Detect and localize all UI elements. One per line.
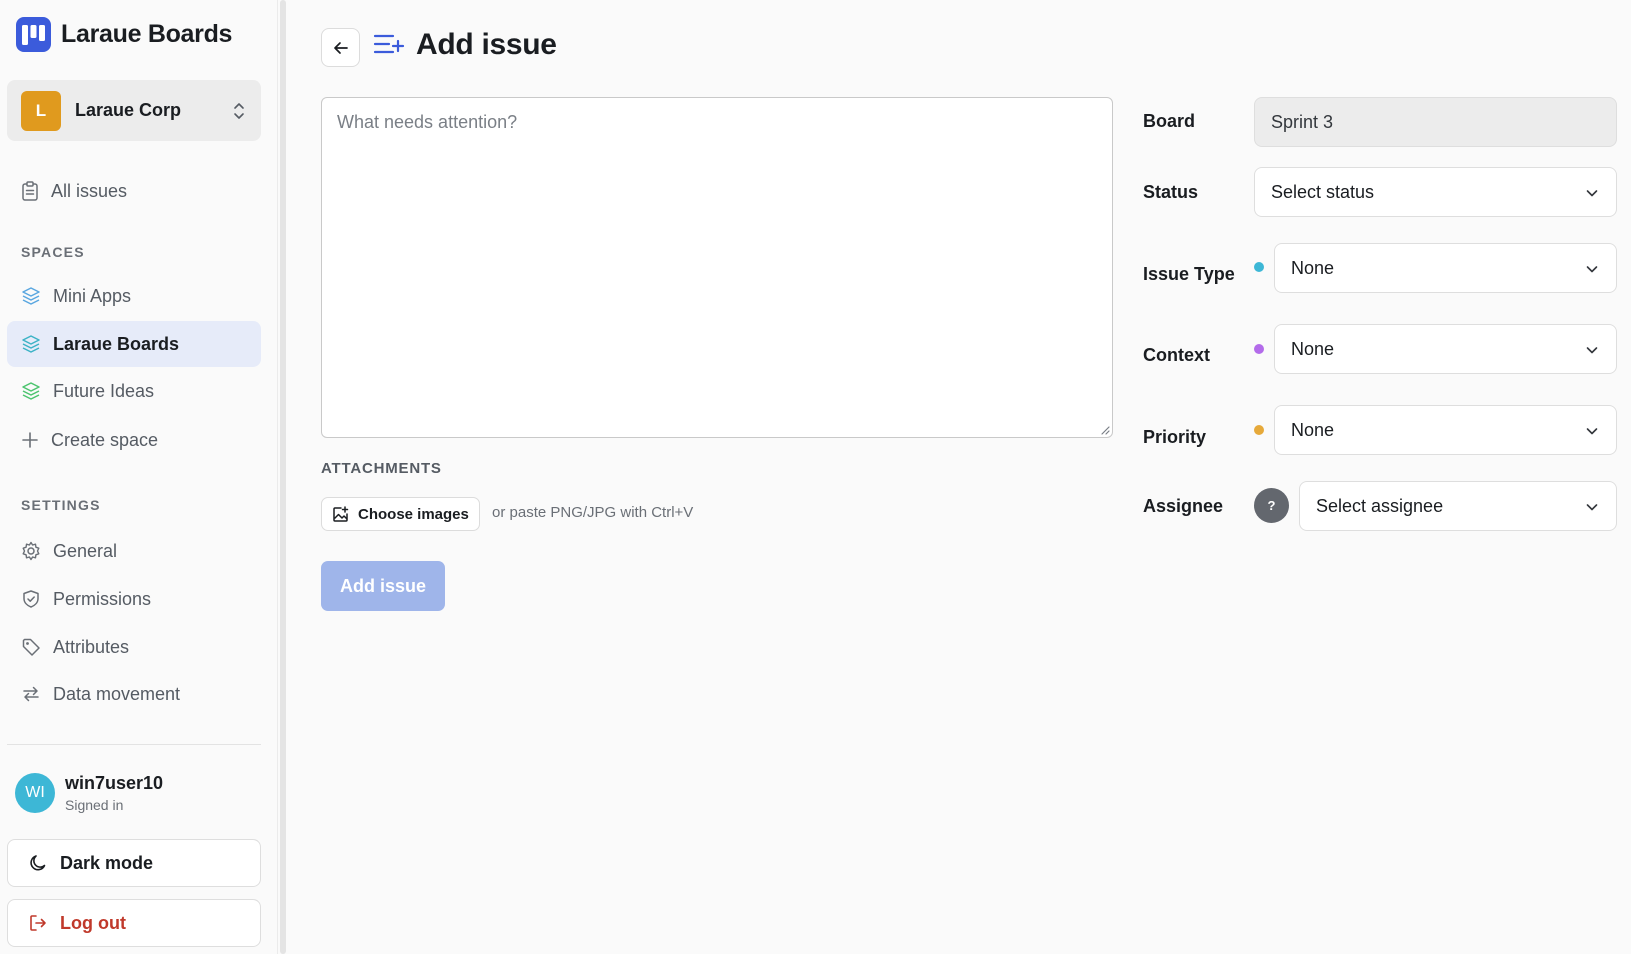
board-label: Board: [1143, 111, 1196, 131]
settings-item-attributes[interactable]: Attributes: [7, 624, 261, 670]
space-item-label: Future Ideas: [53, 380, 155, 401]
nav-all-issues[interactable]: All issues: [7, 168, 261, 214]
status-select[interactable]: Select status: [1254, 167, 1617, 217]
nav-all-issues-label: All issues: [51, 180, 128, 201]
list-add-icon: [373, 34, 405, 54]
brand[interactable]: Laraue Boards: [16, 17, 232, 52]
issue-description-input[interactable]: [321, 97, 1113, 438]
priority-label: Priority: [1143, 427, 1207, 447]
issue-type-dot: [1254, 262, 1264, 272]
assignee-value: Select assignee: [1316, 495, 1444, 516]
context-value: None: [1291, 338, 1335, 359]
page-title: Add issue: [416, 28, 557, 61]
attachments-label: ATTACHMENTS: [321, 460, 442, 477]
sidebar-scrollbar[interactable]: [280, 0, 286, 954]
chevron-down-icon: [1586, 504, 1598, 511]
clipboard-icon: [22, 181, 38, 201]
arrows-swap-icon: [23, 686, 39, 702]
create-space-label: Create space: [51, 429, 159, 450]
context-select[interactable]: None: [1274, 324, 1617, 374]
priority-select[interactable]: None: [1274, 405, 1617, 455]
assignee-label: Assignee: [1143, 496, 1224, 516]
issue-type-label: Issue Type: [1143, 264, 1235, 284]
layers-icon: [22, 335, 40, 353]
gear-icon: [22, 541, 40, 561]
arrow-left-icon: [333, 41, 348, 54]
log-out-label: Log out: [60, 912, 126, 933]
back-button[interactable]: [321, 28, 360, 67]
settings-item-permissions[interactable]: Permissions: [7, 576, 261, 622]
assignee-select[interactable]: Select assignee: [1299, 481, 1617, 531]
dark-mode-button[interactable]: Dark mode: [7, 839, 261, 887]
issue-type-select[interactable]: None: [1274, 243, 1617, 293]
board-logo-icon: [16, 17, 51, 52]
chevron-down-icon: [1586, 190, 1598, 197]
paste-hint: or paste PNG/JPG with Ctrl+V: [492, 504, 694, 521]
status-value: Select status: [1271, 181, 1375, 202]
tag-icon: [22, 638, 40, 656]
plus-icon: [22, 432, 38, 448]
dark-mode-label: Dark mode: [60, 852, 154, 873]
user-name: win7user10: [65, 773, 164, 793]
status-label: Status: [1143, 182, 1199, 202]
choose-images-button[interactable]: Choose images: [321, 497, 480, 531]
choose-images-label: Choose images: [358, 505, 469, 523]
brand-title: Laraue Boards: [61, 20, 233, 48]
settings-item-label: Permissions: [53, 588, 152, 609]
create-space-button[interactable]: Create space: [7, 417, 261, 463]
space-item-future-ideas[interactable]: Future Ideas: [7, 368, 261, 414]
org-name: Laraue Corp: [75, 100, 182, 120]
settings-item-label: Attributes: [53, 636, 130, 657]
board-field: Sprint 3: [1254, 97, 1617, 147]
priority-value: None: [1291, 419, 1335, 440]
issue-type-value: None: [1291, 257, 1335, 278]
logout-icon: [30, 915, 46, 931]
settings-item-general[interactable]: General: [7, 528, 261, 574]
moon-icon: [30, 855, 46, 871]
context-label: Context: [1143, 345, 1210, 365]
settings-item-label: General: [53, 540, 118, 561]
space-item-label: Mini Apps: [53, 285, 132, 306]
chevron-down-icon: [1586, 347, 1598, 354]
resize-handle-icon[interactable]: [1100, 425, 1110, 435]
space-item-label: Laraue Boards: [53, 333, 180, 354]
layers-icon: [22, 382, 40, 400]
chevron-up-down-icon: [234, 102, 244, 119]
sidebar-divider: [7, 744, 261, 745]
board-value: Sprint 3: [1271, 111, 1334, 132]
priority-dot: [1254, 425, 1264, 435]
spaces-section-label: SPACES: [21, 244, 85, 260]
user-profile[interactable]: WI win7user10 Signed in: [15, 773, 163, 813]
settings-item-data-movement[interactable]: Data movement: [7, 671, 261, 717]
layers-icon: [22, 287, 40, 305]
settings-item-label: Data movement: [53, 683, 181, 704]
settings-section-label: SETTINGS: [21, 497, 101, 513]
space-item-laraue-boards[interactable]: Laraue Boards: [7, 321, 261, 367]
add-issue-button[interactable]: Add issue: [321, 561, 445, 611]
org-avatar: L: [21, 90, 61, 131]
user-status: Signed in: [65, 797, 124, 813]
chevron-down-icon: [1586, 266, 1598, 273]
context-dot: [1254, 344, 1264, 354]
log-out-button[interactable]: Log out: [7, 899, 261, 947]
sidebar: Laraue Boards L Laraue Corp All issues S…: [0, 0, 278, 954]
assignee-avatar: ?: [1254, 488, 1289, 523]
image-add-icon: [333, 505, 349, 522]
space-item-mini-apps[interactable]: Mini Apps: [7, 273, 261, 319]
org-switcher[interactable]: L Laraue Corp: [7, 80, 261, 141]
avatar: WI: [15, 773, 55, 813]
shield-icon: [23, 590, 39, 608]
chevron-down-icon: [1586, 428, 1598, 435]
